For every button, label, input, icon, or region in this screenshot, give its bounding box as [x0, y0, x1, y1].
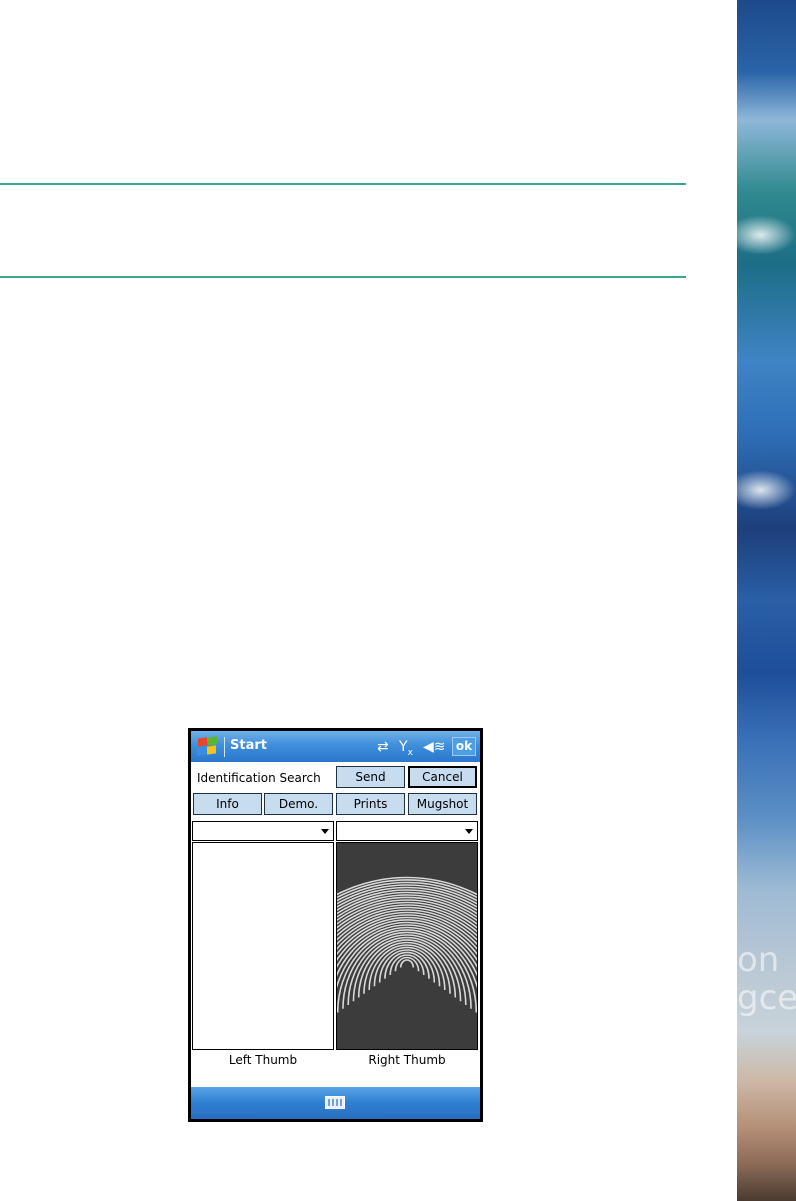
left-thumb-dropdown[interactable]: [192, 821, 334, 841]
send-button[interactable]: Send: [336, 766, 405, 788]
cancel-button[interactable]: Cancel: [408, 766, 477, 788]
pda-screen: Start ⇄ Yx ◀≋ ok Identification Search S…: [191, 731, 480, 1119]
dropdown-arrow-icon[interactable]: [465, 829, 473, 834]
start-menu-title[interactable]: Start: [230, 738, 267, 753]
wave-background-image: on gce: [737, 0, 796, 1201]
tab-info[interactable]: Info: [193, 793, 262, 815]
signal-off-icon[interactable]: Yx: [399, 738, 413, 758]
wave-text: gce: [737, 978, 796, 1018]
dropdown-arrow-icon[interactable]: [321, 829, 329, 834]
identification-search-label: Identification Search: [197, 771, 321, 785]
divider-top: [0, 183, 686, 185]
wave-foam: [737, 470, 796, 510]
tab-mugshot[interactable]: Mugshot: [408, 793, 477, 815]
right-thumb-label: Right Thumb: [368, 1053, 446, 1067]
title-bar: Start ⇄ Yx ◀≋ ok: [191, 731, 480, 762]
windows-logo-icon[interactable]: [196, 736, 218, 757]
right-thumb-fingerprint-image[interactable]: [336, 842, 478, 1050]
title-separator: [224, 737, 225, 757]
wave-text: on: [737, 940, 780, 980]
volume-icon[interactable]: ◀≋: [423, 738, 446, 756]
tab-prints[interactable]: Prints: [336, 793, 405, 815]
keyboard-icon[interactable]: [325, 1096, 345, 1109]
tab-demo[interactable]: Demo.: [264, 793, 333, 815]
sync-icon[interactable]: ⇄: [377, 738, 389, 756]
bottom-menu-bar: [191, 1087, 480, 1119]
right-thumb-dropdown[interactable]: [336, 821, 478, 841]
pda-device-screenshot: Start ⇄ Yx ◀≋ ok Identification Search S…: [188, 728, 483, 1122]
left-thumb-image-area[interactable]: [192, 842, 334, 1050]
divider-bottom: [0, 276, 686, 278]
left-thumb-label: Left Thumb: [228, 1053, 298, 1067]
fingerprint-image: [337, 843, 477, 1049]
wave-foam: [737, 215, 796, 255]
ok-button[interactable]: ok: [452, 737, 476, 756]
